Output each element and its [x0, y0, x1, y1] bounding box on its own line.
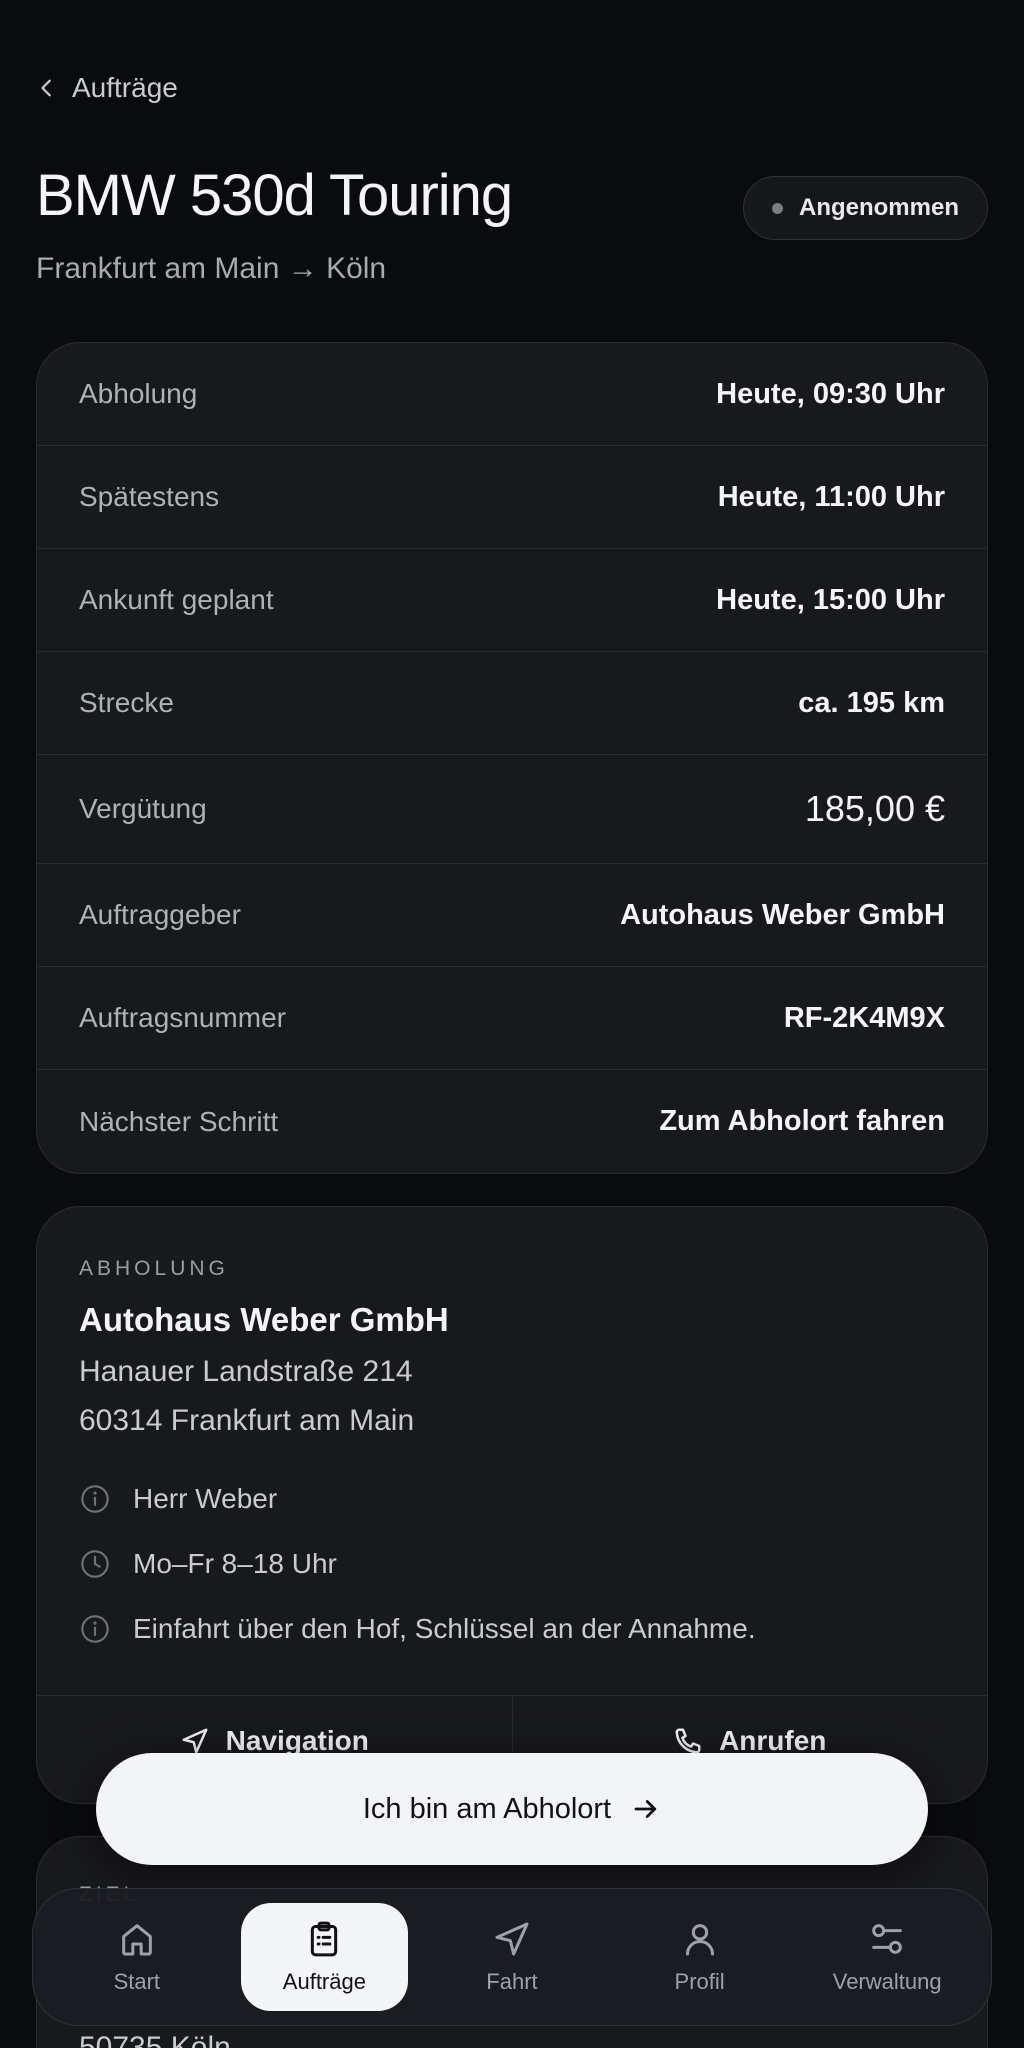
- tab-fahrt[interactable]: Fahrt: [428, 1903, 596, 2011]
- detail-value: Heute, 15:00 Uhr: [716, 583, 945, 616]
- detail-row-next-step: Nächster Schritt Zum Abholort fahren: [37, 1070, 987, 1173]
- bottom-tab-bar: Start Aufträge Fahrt Profil Verwaltung: [32, 1888, 992, 2026]
- detail-label: Strecke: [79, 687, 174, 718]
- tab-start[interactable]: Start: [53, 1903, 221, 2011]
- detail-value: RF-2K4M9X: [783, 1001, 945, 1034]
- clock-icon: [81, 1550, 109, 1578]
- detail-label: Ankunft geplant: [79, 584, 274, 615]
- status-dot: [771, 202, 783, 214]
- tab-label: Profil: [674, 1969, 725, 1994]
- back-label: Aufträge: [72, 72, 178, 103]
- pickup-street: Hanauer Landstraße 214: [79, 1355, 413, 1388]
- tab-profil[interactable]: Profil: [616, 1903, 784, 2011]
- payment-amount: 185,00 €: [804, 788, 945, 829]
- detail-row-pickup-time: Abholung Heute, 09:30 Uhr: [37, 343, 987, 446]
- detail-row-order-number: Auftragsnummer RF-2K4M9X: [37, 967, 987, 1070]
- detail-row-payment: Vergütung 185,00 €: [37, 755, 987, 864]
- detail-label: Nächster Schritt: [79, 1105, 279, 1137]
- cta-label: Ich bin am Abholort: [362, 1792, 612, 1825]
- arrived-at-pickup-button[interactable]: Ich bin am Abholort: [96, 1753, 928, 1865]
- pickup-city: 60314 Frankfurt am Main: [79, 1404, 415, 1437]
- home-icon: [121, 1924, 152, 1956]
- detail-value: Heute, 11:00 Uhr: [717, 480, 945, 513]
- tab-label: Start: [113, 1969, 161, 1994]
- detail-label: Abholung: [79, 378, 198, 409]
- detail-label: Vergütung: [79, 793, 207, 824]
- route-subtitle: Frankfurt am Main → Köln: [36, 252, 387, 285]
- pickup-contact: Herr Weber: [79, 1483, 277, 1515]
- detail-row-arrival: Ankunft geplant Heute, 15:00 Uhr: [37, 549, 987, 652]
- note-text: Einfahrt über den Hof, Schlüssel an der …: [133, 1613, 756, 1644]
- tab-label: Aufträge: [282, 1969, 366, 1994]
- status-badge: Angenommen: [742, 176, 988, 240]
- info-icon: [81, 1615, 109, 1643]
- tab-label: Verwaltung: [832, 1969, 942, 1994]
- call-label: Anrufen: [719, 1724, 827, 1756]
- destination-city: 50735 Köln: [79, 2031, 231, 2048]
- navigation-icon: [495, 1922, 529, 1956]
- order-detail-screen: Aufträge BMW 530d Touring Frankfurt am M…: [0, 0, 1024, 2048]
- tab-auftraege[interactable]: Aufträge: [240, 1903, 409, 2011]
- phone-icon: [675, 1728, 701, 1753]
- info-icon: [81, 1485, 109, 1513]
- section-label-pickup: ABHOLUNG: [79, 1257, 229, 1280]
- pickup-note: Einfahrt über den Hof, Schlüssel an der …: [79, 1613, 756, 1645]
- detail-label: Spätestens: [79, 481, 220, 512]
- status-label: Angenommen: [798, 194, 959, 221]
- navigation-icon: [182, 1728, 208, 1753]
- detail-row-client: Auftraggeber Autohaus Weber GmbH: [37, 864, 987, 967]
- pickup-hours: Mo–Fr 8–18 Uhr: [79, 1548, 337, 1580]
- detail-value: ca. 195 km: [798, 686, 945, 719]
- detail-label: Auftragsnummer: [79, 1002, 286, 1033]
- detail-row-distance: Strecke ca. 195 km: [37, 652, 987, 755]
- tab-label: Fahrt: [486, 1969, 538, 1994]
- opening-hours: Mo–Fr 8–18 Uhr: [133, 1548, 337, 1579]
- pickup-company: Autohaus Weber GmbH: [79, 1301, 449, 1338]
- detail-label: Auftraggeber: [79, 899, 241, 930]
- tab-verwaltung[interactable]: Verwaltung: [803, 1903, 971, 2011]
- clipboard-icon: [311, 1921, 338, 1957]
- order-details-card: Abholung Heute, 09:30 Uhr Spätestens Heu…: [36, 342, 988, 1174]
- sliders-icon: [872, 1924, 903, 1954]
- page-title: BMW 530d Touring: [36, 163, 513, 228]
- detail-value: Zum Abholort fahren: [659, 1105, 945, 1137]
- arrow-right-icon: [634, 1800, 657, 1818]
- detail-value: Heute, 09:30 Uhr: [716, 377, 945, 410]
- detail-value: Autohaus Weber GmbH: [620, 898, 945, 931]
- navigation-label: Navigation: [225, 1724, 369, 1756]
- user-icon: [685, 1924, 714, 1956]
- pickup-card: ABHOLUNG Autohaus Weber GmbH Hanauer Lan…: [36, 1206, 988, 1804]
- detail-row-latest: Spätestens Heute, 11:00 Uhr: [37, 446, 987, 549]
- chevron-left-icon: [41, 79, 51, 97]
- contact-name: Herr Weber: [133, 1483, 278, 1514]
- back-link[interactable]: Aufträge: [36, 72, 178, 104]
